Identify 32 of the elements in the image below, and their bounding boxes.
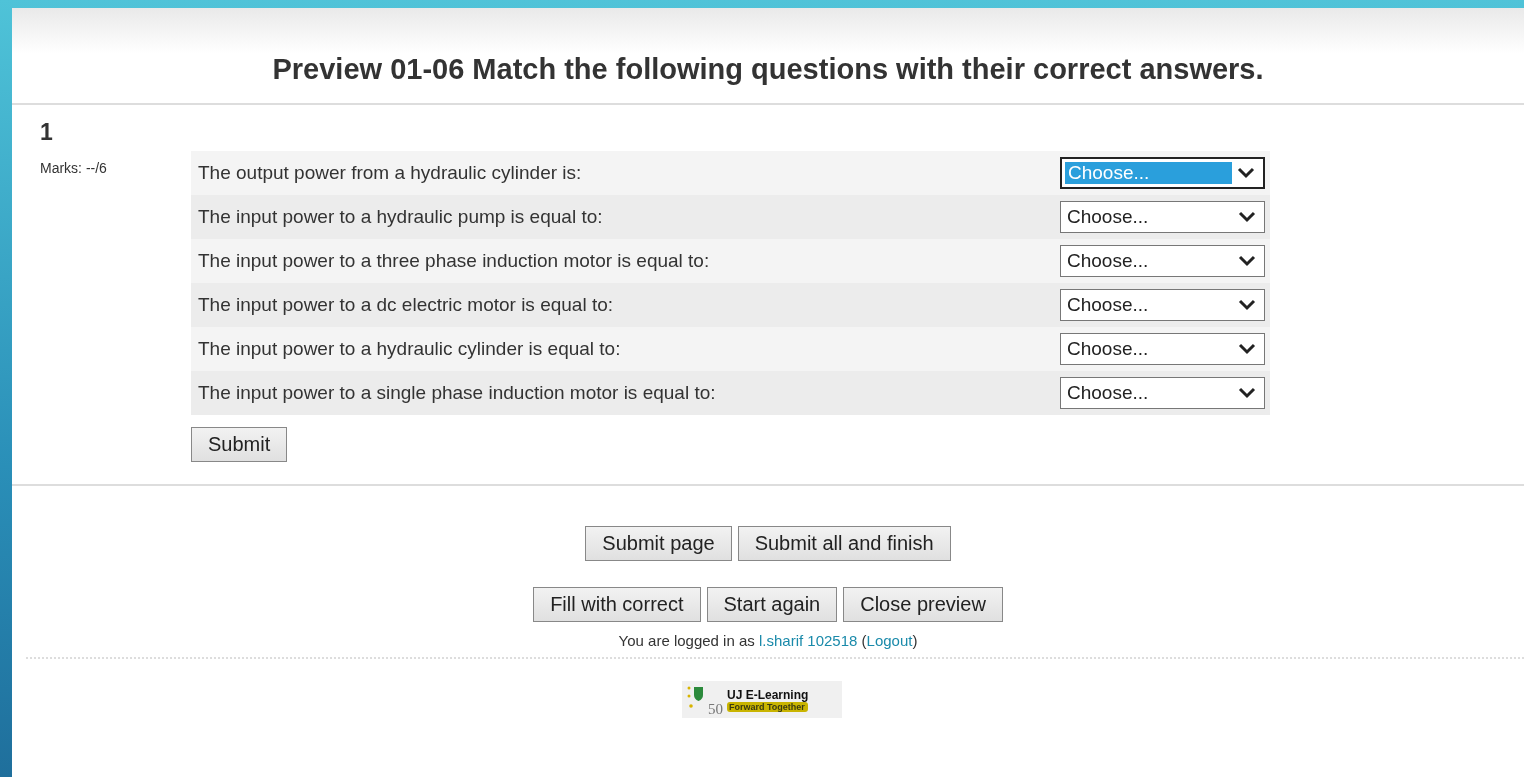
logout-link[interactable]: Logout	[866, 632, 913, 649]
chevron-down-icon	[1237, 386, 1257, 400]
preview-button[interactable]: Start again	[706, 587, 838, 622]
chevron-down-icon	[1236, 166, 1256, 180]
answer-select[interactable]: Choose...	[1060, 245, 1265, 277]
user-link[interactable]: l.sharif 102518	[758, 632, 858, 649]
logo-number: 50	[708, 701, 723, 718]
navigation-button[interactable]: Submit all and finish	[737, 526, 951, 561]
logo-title: UJ E-Learning	[727, 687, 809, 702]
chevron-down-icon	[1237, 254, 1257, 268]
question-number: 1	[40, 119, 54, 146]
submit-button[interactable]: Submit	[191, 427, 288, 462]
answer-select[interactable]: Choose...	[1060, 289, 1265, 321]
login-info: You are logged in as l.sharif 102518 (Logout)	[617, 632, 919, 649]
answer-select[interactable]: Choose...	[1060, 333, 1265, 365]
navigation-button[interactable]: Submit page	[585, 526, 732, 561]
question-text: The input power to a hydraulic cylinder is equal to:	[198, 338, 621, 360]
question-text: The input power to a three phase induction motor is equal to:	[198, 250, 710, 272]
chevron-down-icon	[1237, 342, 1257, 356]
question-text: The input power to a hydraulic pump is equal to:	[198, 206, 603, 228]
logo-slogan: Forward Together	[727, 701, 809, 712]
preview-button[interactable]: Close preview	[843, 587, 1003, 622]
page-title: Preview 01-06 Match the following questions with their correct answers.	[272, 53, 1264, 86]
question-text: The output power from a hydraulic cylinder is:	[198, 162, 582, 184]
question-text: The input power to a single phase induction motor is equal to:	[198, 382, 716, 404]
chevron-down-icon	[1237, 210, 1257, 224]
chevron-down-icon	[1237, 298, 1257, 312]
marks-label: Marks: --/6	[40, 160, 108, 176]
preview-button[interactable]: Fill with correct	[533, 587, 701, 622]
answer-select[interactable]: Choose...	[1060, 201, 1265, 233]
question-text: The input power to a dc electric motor is equal to:	[198, 294, 614, 316]
answer-select[interactable]: Choose...	[1060, 377, 1265, 409]
